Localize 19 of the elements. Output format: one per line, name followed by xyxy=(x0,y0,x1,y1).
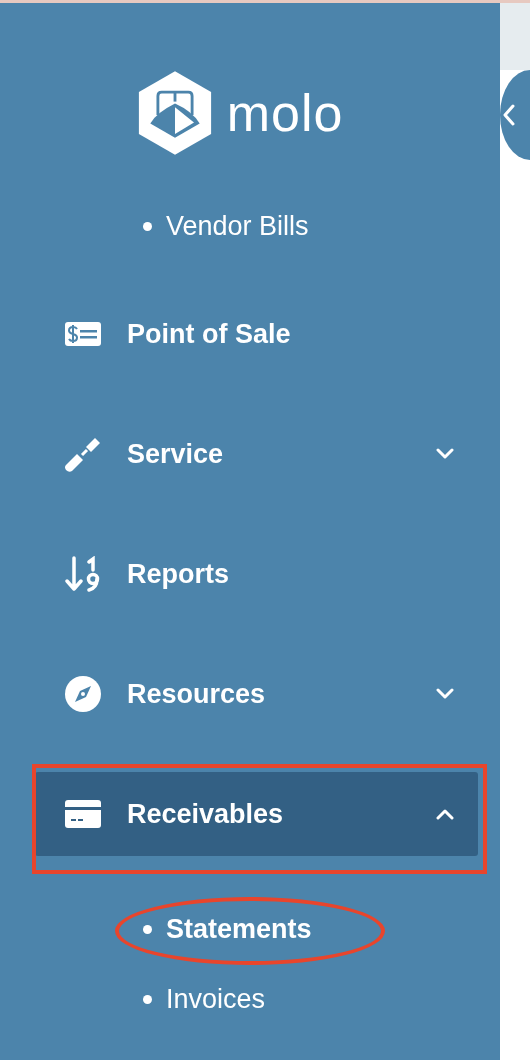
sort-numbers-icon xyxy=(65,556,101,592)
nav-item[interactable]: Resources xyxy=(35,652,478,736)
chevron-icon xyxy=(435,688,455,700)
submenu-link[interactable]: Invoices xyxy=(0,979,266,1019)
submenu-link[interactable]: Statements xyxy=(0,909,312,949)
nav-item[interactable]: Receivables xyxy=(35,772,478,856)
cash-ticket-icon xyxy=(65,322,101,346)
compass-icon xyxy=(65,676,101,712)
chevron-icon xyxy=(435,808,455,820)
nav-item[interactable]: Reports xyxy=(35,532,478,616)
chevron-icon xyxy=(435,448,455,460)
chevron-left-icon xyxy=(502,103,516,127)
nav-item[interactable]: Point of Sale xyxy=(35,292,478,376)
screwdriver-icon xyxy=(65,436,101,472)
submenu-link[interactable]: Vendor Bills xyxy=(0,211,309,241)
logo-icon xyxy=(136,71,213,155)
nav-item[interactable]: Service xyxy=(35,412,478,496)
credit-card-icon xyxy=(65,800,101,828)
logo-text: molo xyxy=(226,83,344,143)
